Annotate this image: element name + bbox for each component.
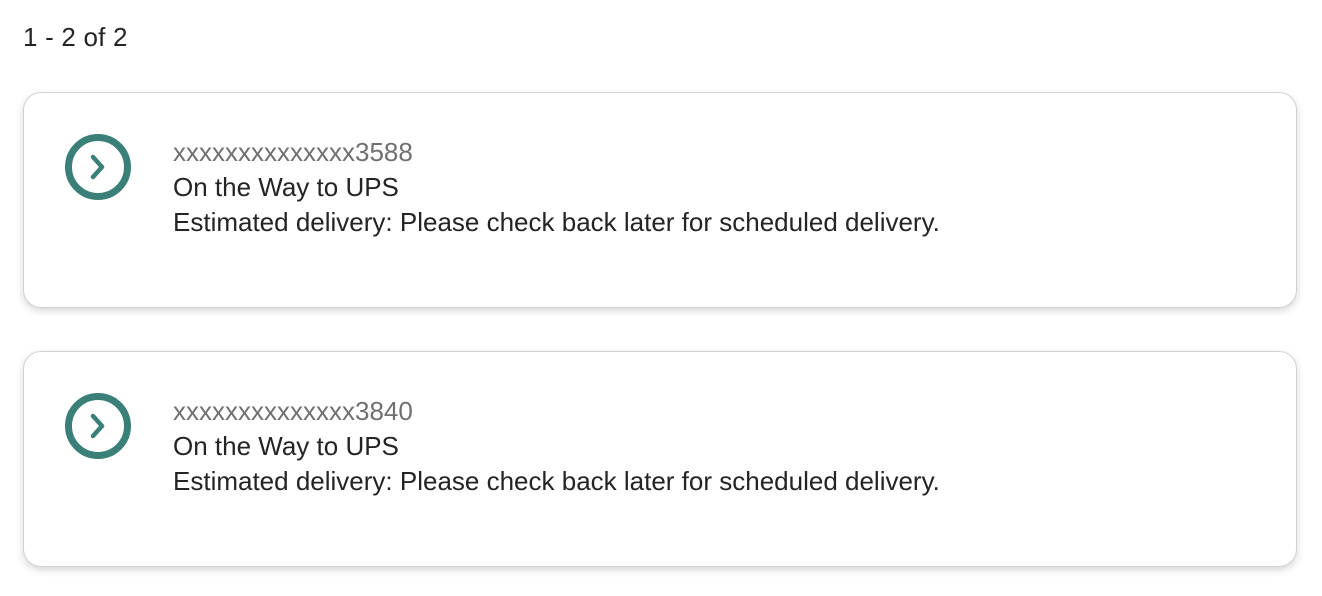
shipment-details: xxxxxxxxxxxxxx3840 On the Way to UPS Est… — [173, 394, 1266, 498]
shipment-details: xxxxxxxxxxxxxx3588 On the Way to UPS Est… — [173, 135, 1266, 239]
shipment-results-page: 1 - 2 of 2 xxxxxxxxxxxxxx3588 On the Way… — [0, 0, 1322, 596]
tracking-number: xxxxxxxxxxxxxx3588 — [173, 137, 413, 167]
shipment-card[interactable]: xxxxxxxxxxxxxx3588 On the Way to UPS Est… — [23, 92, 1297, 308]
chevron-right-circle-icon[interactable] — [64, 133, 132, 201]
result-count: 1 - 2 of 2 — [23, 22, 128, 52]
chevron-right-circle-icon[interactable] — [64, 392, 132, 460]
tracking-number: xxxxxxxxxxxxxx3840 — [173, 396, 413, 426]
shipment-card[interactable]: xxxxxxxxxxxxxx3840 On the Way to UPS Est… — [23, 351, 1297, 567]
shipment-status: On the Way to UPS — [173, 431, 399, 461]
shipment-status: On the Way to UPS — [173, 172, 399, 202]
estimated-delivery: Estimated delivery: Please check back la… — [173, 466, 940, 496]
estimated-delivery: Estimated delivery: Please check back la… — [173, 207, 940, 237]
